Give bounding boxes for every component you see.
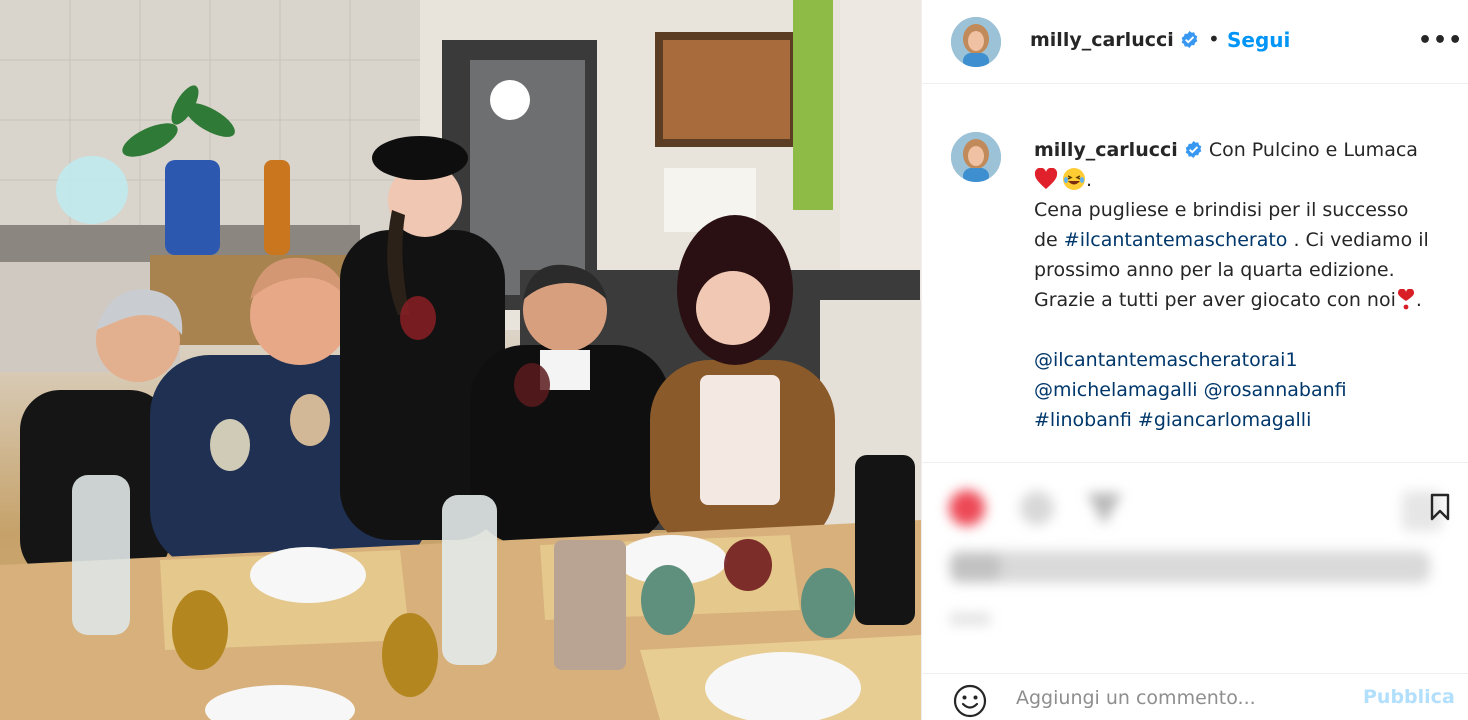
caption-avatar-image	[951, 132, 1001, 182]
separator-dot: •	[1208, 27, 1220, 51]
share-icon[interactable]	[1087, 493, 1122, 525]
mention-link[interactable]: @rosannabanfi	[1204, 379, 1347, 401]
like-icon[interactable]	[949, 490, 985, 526]
caption-line-mentions-2: @michelamagalli @rosannabanfi	[1034, 375, 1454, 405]
laughing-emoji-icon	[1063, 168, 1085, 190]
caption-username[interactable]: milly_carlucci	[1034, 139, 1178, 161]
avatar-image	[951, 17, 1001, 67]
caption-avatar[interactable]	[951, 132, 1001, 182]
hashtag-link[interactable]: #ilcantantemascherato	[1064, 229, 1288, 251]
verified-badge-icon	[1185, 140, 1202, 159]
caption-end-period: .	[1415, 289, 1422, 311]
comment-icon[interactable]	[1020, 491, 1054, 525]
red-exclamation-heart-icon	[1397, 289, 1414, 310]
verified-badge-icon	[1181, 30, 1198, 49]
caption-line-3: Cena pugliese e brindisi per il successo	[1034, 199, 1409, 221]
caption-line-5: prossimo anno per la quarta edizione.	[1034, 259, 1395, 281]
caption-line-2: .	[1034, 165, 1454, 195]
caption-ci-vediamo: . Ci vediamo il	[1287, 229, 1429, 251]
photo-scene	[0, 0, 921, 720]
caption-grazie: Grazie a tutti per aver giocato con noi	[1034, 289, 1396, 311]
caption-text: milly_carlucci Con Pulcino e Lumaca . Ce…	[1034, 135, 1454, 435]
mention-link[interactable]: @michelamagalli	[1034, 379, 1198, 401]
save-icon[interactable]	[1430, 493, 1450, 521]
post-side-panel: milly_carlucci • Segui ••• milly_carlucc…	[921, 0, 1468, 720]
follow-button[interactable]: Segui	[1227, 28, 1290, 52]
username[interactable]: milly_carlucci	[1030, 29, 1199, 51]
hashtag-link[interactable]: #giancarlomagalli	[1138, 409, 1311, 431]
post-actions	[922, 462, 1468, 637]
post-header: milly_carlucci • Segui •••	[922, 0, 1468, 84]
caption-de: de	[1034, 229, 1064, 251]
caption-line-mentions-1: @ilcantantemascheratorai1	[1034, 345, 1454, 375]
caption-intro: Con Pulcino e Lumaca	[1208, 139, 1418, 161]
username-text[interactable]: milly_carlucci	[1030, 29, 1174, 51]
heart-emoji-icon	[1034, 168, 1058, 189]
post-photo[interactable]	[0, 0, 921, 720]
caption-line-1: milly_carlucci Con Pulcino e Lumaca	[1034, 135, 1454, 165]
emoji-smile-icon[interactable]	[952, 683, 988, 719]
publish-button[interactable]: Pubblica	[1363, 686, 1455, 708]
comment-input[interactable]	[1016, 683, 1336, 713]
caption-period: .	[1086, 169, 1093, 191]
blurred-actions-area	[922, 463, 1468, 637]
hashtag-link[interactable]: #linobanfi	[1034, 409, 1132, 431]
comment-bar: Pubblica	[922, 673, 1468, 720]
avatar[interactable]	[951, 17, 1001, 67]
mention-link[interactable]: @ilcantantemascheratorai1	[1034, 349, 1298, 371]
caption-line-4: de #ilcantantemascherato . Ci vediamo il	[1034, 225, 1454, 255]
more-options-icon[interactable]: •••	[1418, 28, 1463, 53]
caption-section: milly_carlucci Con Pulcino e Lumaca . Ce…	[922, 84, 1468, 462]
caption-line-tags: #linobanfi #giancarlomagalli	[1034, 405, 1454, 435]
action-icons-group	[949, 490, 1442, 625]
caption-line-6: Grazie a tutti per aver giocato con noi.	[1034, 285, 1454, 315]
